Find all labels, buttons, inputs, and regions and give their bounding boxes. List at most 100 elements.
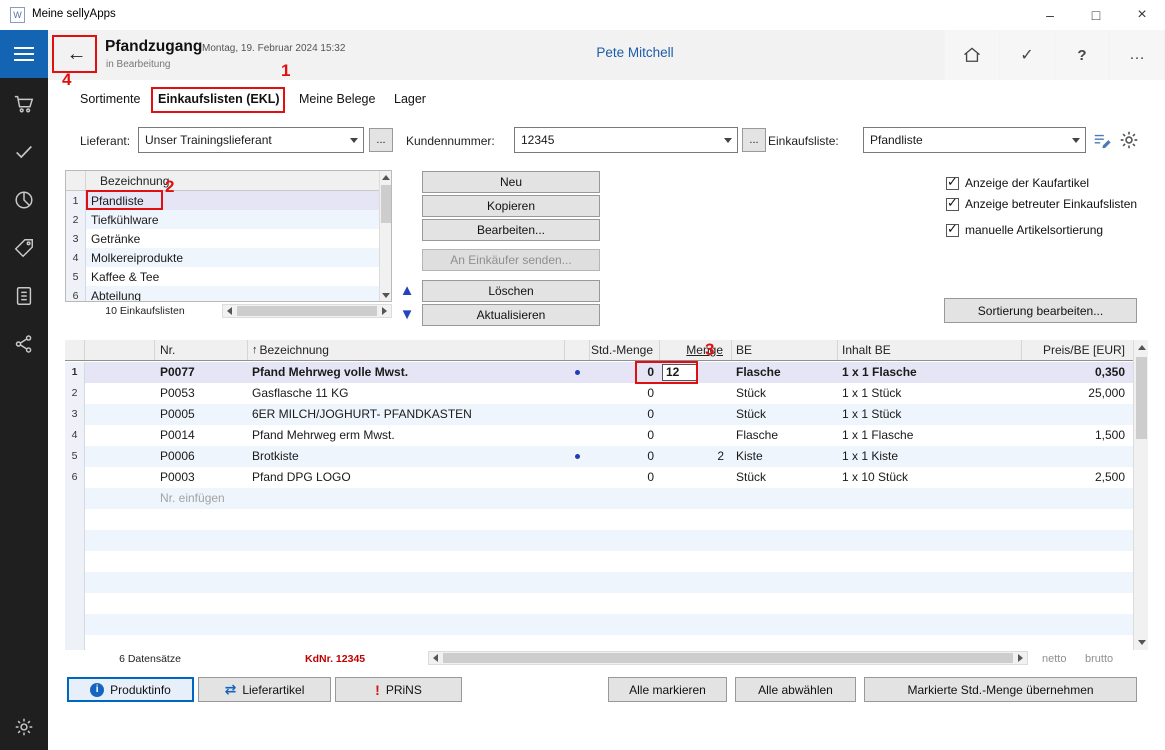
ekl-vertical-scrollbar[interactable] (379, 171, 391, 301)
hamburger-menu-icon[interactable] (0, 30, 48, 78)
list-edit-icon[interactable] (1092, 131, 1112, 154)
confirm-check-icon[interactable]: ✓ (1000, 30, 1054, 80)
maximize-icon[interactable]: □ (1073, 0, 1119, 30)
brutto-toggle[interactable]: brutto (1085, 653, 1113, 665)
new-button[interactable]: Neu (422, 171, 600, 193)
empty-row[interactable] (65, 614, 1133, 635)
deselect-all-button[interactable]: Alle abwählen (735, 677, 856, 702)
produktinfo-button[interactable]: i Produktinfo (67, 677, 194, 702)
article-row[interactable]: 6 P0003 Pfand DPG LOGO 0 Stück 1 x 10 St… (65, 467, 1133, 488)
edit-sorting-button[interactable]: Sortierung bearbeiten... (944, 298, 1137, 323)
article-row[interactable]: 1 P0077 Pfand Mehrweg volle Mwst. 0 12 F… (65, 362, 1133, 383)
kundennummer-browse-button[interactable]: ... (742, 128, 766, 152)
tab-lager[interactable]: Lager (394, 92, 426, 110)
insert-row[interactable]: Nr. einfügen (65, 488, 1133, 509)
home-icon[interactable] (945, 30, 999, 80)
article-menge[interactable] (660, 467, 732, 488)
scrollbar-right-arrow[interactable] (1014, 652, 1027, 664)
menge-edit-input[interactable]: 12 (662, 364, 698, 381)
scrollbar-left-arrow[interactable] (429, 652, 442, 664)
chevron-down-icon[interactable] (345, 128, 363, 152)
tab-einkaufslisten[interactable]: Einkaufslisten (EKL) (158, 92, 280, 110)
scrollbar-thumb[interactable] (237, 306, 377, 316)
refresh-button[interactable]: Aktualisieren (422, 304, 600, 326)
checkbox-box[interactable]: ✓ (946, 177, 959, 190)
scrollbar-thumb[interactable] (1136, 357, 1147, 439)
column-header-menge[interactable]: Menge (660, 340, 732, 360)
scrollbar-up-arrow[interactable] (1134, 340, 1149, 355)
move-down-button[interactable]: ▼ (398, 305, 416, 325)
prins-button[interactable]: ! PRiNS (335, 677, 462, 702)
article-row[interactable]: 3 P0005 6ER MILCH/JOGHURT- PFANDKASTEN 0… (65, 404, 1133, 425)
column-header-bezeichnung[interactable]: ↑ Bezeichnung (248, 340, 565, 360)
checkbox-box[interactable]: ✓ (946, 198, 959, 211)
netto-toggle[interactable]: netto (1042, 653, 1066, 665)
lieferartikel-button[interactable]: ⇄ Lieferartikel (198, 677, 331, 702)
column-header-marker[interactable] (565, 340, 590, 360)
ekl-horizontal-scrollbar[interactable] (222, 304, 392, 318)
article-row[interactable]: 5 P0006 Brotkiste 0 2 Kiste 1 x 1 Kiste (65, 446, 1133, 467)
journal-icon[interactable] (13, 285, 35, 307)
article-menge[interactable] (660, 404, 732, 425)
article-row[interactable]: 4 P0014 Pfand Mehrweg erm Mwst. 0 Flasch… (65, 425, 1133, 446)
article-menge[interactable] (660, 425, 732, 446)
scrollbar-thumb[interactable] (381, 185, 391, 223)
select-all-button[interactable]: Alle markieren (608, 677, 727, 702)
scrollbar-up-arrow[interactable] (380, 171, 392, 183)
ekl-row[interactable]: 4 Molkereiprodukte (66, 248, 381, 267)
pie-chart-icon[interactable] (13, 189, 35, 211)
close-icon[interactable]: × (1119, 0, 1165, 30)
ekl-row[interactable]: 2 Tiefkühlware (66, 210, 381, 229)
empty-row[interactable] (65, 530, 1133, 551)
edit-button[interactable]: Bearbeiten... (422, 219, 600, 241)
tasks-check-icon[interactable] (13, 141, 35, 163)
scrollbar-right-arrow[interactable] (378, 305, 391, 317)
checkbox-show-kaufartikel[interactable]: ✓ Anzeige der Kaufartikel (946, 176, 1089, 190)
column-header-be[interactable]: BE (732, 340, 838, 360)
lieferant-select[interactable]: Unser Trainingslieferant (138, 127, 364, 153)
empty-row[interactable] (65, 509, 1133, 530)
back-button[interactable]: ← (60, 39, 93, 69)
insert-placeholder[interactable]: Nr. einfügen (155, 488, 355, 509)
article-menge[interactable] (660, 383, 732, 404)
checkbox-box[interactable]: ✓ (946, 224, 959, 237)
column-header-nr[interactable]: Nr. (155, 340, 248, 360)
column-header-preis[interactable]: Preis/BE [EUR] (1022, 340, 1133, 360)
copy-button[interactable]: Kopieren (422, 195, 600, 217)
apply-std-menge-button[interactable]: Markierte Std.-Menge übernehmen (864, 677, 1137, 702)
kundennummer-select[interactable]: 12345 (514, 127, 738, 153)
empty-row[interactable] (65, 593, 1133, 614)
article-row[interactable]: 2 P0053 Gasflasche 11 KG 0 Stück 1 x 1 S… (65, 383, 1133, 404)
minimize-icon[interactable]: – (1027, 0, 1073, 30)
table-settings-gear-icon[interactable] (1118, 129, 1140, 154)
cart-icon[interactable] (13, 93, 35, 115)
more-options-icon[interactable]: … (1110, 30, 1164, 80)
help-icon[interactable]: ? (1055, 30, 1109, 80)
scrollbar-down-arrow[interactable] (380, 289, 392, 301)
empty-row[interactable] (65, 635, 1133, 650)
move-up-button[interactable]: ▲ (398, 281, 416, 301)
ekl-row-pfandliste[interactable]: 1 Pfandliste (66, 191, 381, 210)
settings-gear-icon[interactable] (13, 716, 35, 738)
tag-icon[interactable] (13, 237, 35, 259)
article-menge[interactable]: 2 (660, 446, 732, 467)
share-network-icon[interactable] (13, 333, 35, 355)
chevron-down-icon[interactable] (719, 128, 737, 152)
ekl-column-header[interactable]: Bezeichnung (66, 171, 381, 191)
scrollbar-thumb[interactable] (443, 653, 1013, 663)
tab-meine-belege[interactable]: Meine Belege (299, 92, 375, 110)
column-header-std-menge[interactable]: Std.-Menge (590, 340, 660, 360)
empty-row[interactable] (65, 572, 1133, 593)
einkaufsliste-select[interactable]: Pfandliste (863, 127, 1086, 153)
table-vertical-scrollbar[interactable] (1133, 340, 1148, 650)
checkbox-manuelle-sortierung[interactable]: ✓ manuelle Artikelsortierung (946, 223, 1103, 237)
checkbox-show-betreute-listen[interactable]: ✓ Anzeige betreuter Einkaufslisten (946, 197, 1137, 211)
chevron-down-icon[interactable] (1067, 128, 1085, 152)
ekl-row[interactable]: 6 Abteilung (66, 286, 381, 302)
empty-row[interactable] (65, 551, 1133, 572)
scrollbar-left-arrow[interactable] (223, 305, 236, 317)
lieferant-browse-button[interactable]: ... (369, 128, 393, 152)
table-horizontal-scrollbar[interactable] (428, 651, 1028, 665)
scrollbar-down-arrow[interactable] (1134, 635, 1149, 650)
column-header-inhalt-be[interactable]: Inhalt BE (838, 340, 1022, 360)
